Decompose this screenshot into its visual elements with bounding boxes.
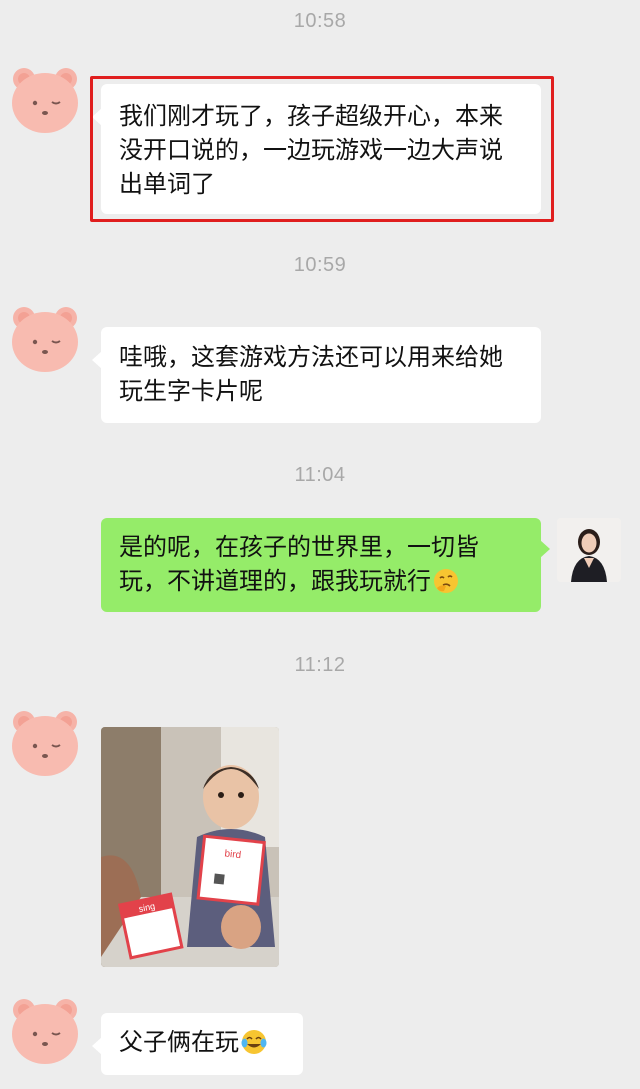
photo-message[interactable]: bird sing xyxy=(101,727,279,967)
message-text: 是的呢，在孩子的世界里，一切皆玩，不讲道理的，跟我玩就行 xyxy=(119,534,479,595)
timestamp: 10:59 xyxy=(293,254,347,276)
woman-portrait-icon xyxy=(557,518,621,582)
card-word: bird xyxy=(224,848,242,861)
thinking-face-icon xyxy=(434,569,458,593)
bear-avatar-icon xyxy=(12,307,78,372)
bear-avatar-icon xyxy=(12,68,78,133)
timestamp: 11:04 xyxy=(294,464,346,486)
self-avatar[interactable] xyxy=(557,518,621,582)
bear-avatar-icon xyxy=(12,999,78,1064)
contact-avatar[interactable] xyxy=(8,706,82,780)
message-bubble[interactable]: 哇哦，这套游戏方法还可以用来给她玩生字卡片呢 xyxy=(92,327,541,423)
message-bubble[interactable]: 父子俩在玩 xyxy=(92,1013,303,1075)
highlight-box xyxy=(90,76,554,222)
tears-of-joy-icon xyxy=(241,1030,267,1054)
child-playing-cards-photo: bird sing xyxy=(101,727,279,967)
timestamp: 11:12 xyxy=(294,654,346,676)
message-bubble[interactable]: 是的呢，在孩子的世界里，一切皆玩，不讲道理的，跟我玩就行 xyxy=(101,518,550,612)
message-text: 父子俩在玩 xyxy=(119,1029,239,1056)
timestamp: 10:58 xyxy=(293,10,347,32)
contact-avatar[interactable] xyxy=(8,994,82,1068)
contact-avatar[interactable] xyxy=(8,302,82,376)
message-text: 哇哦，这套游戏方法还可以用来给她玩生字卡片呢 xyxy=(119,344,503,405)
contact-avatar[interactable] xyxy=(8,63,82,137)
bear-avatar-icon xyxy=(12,711,78,776)
